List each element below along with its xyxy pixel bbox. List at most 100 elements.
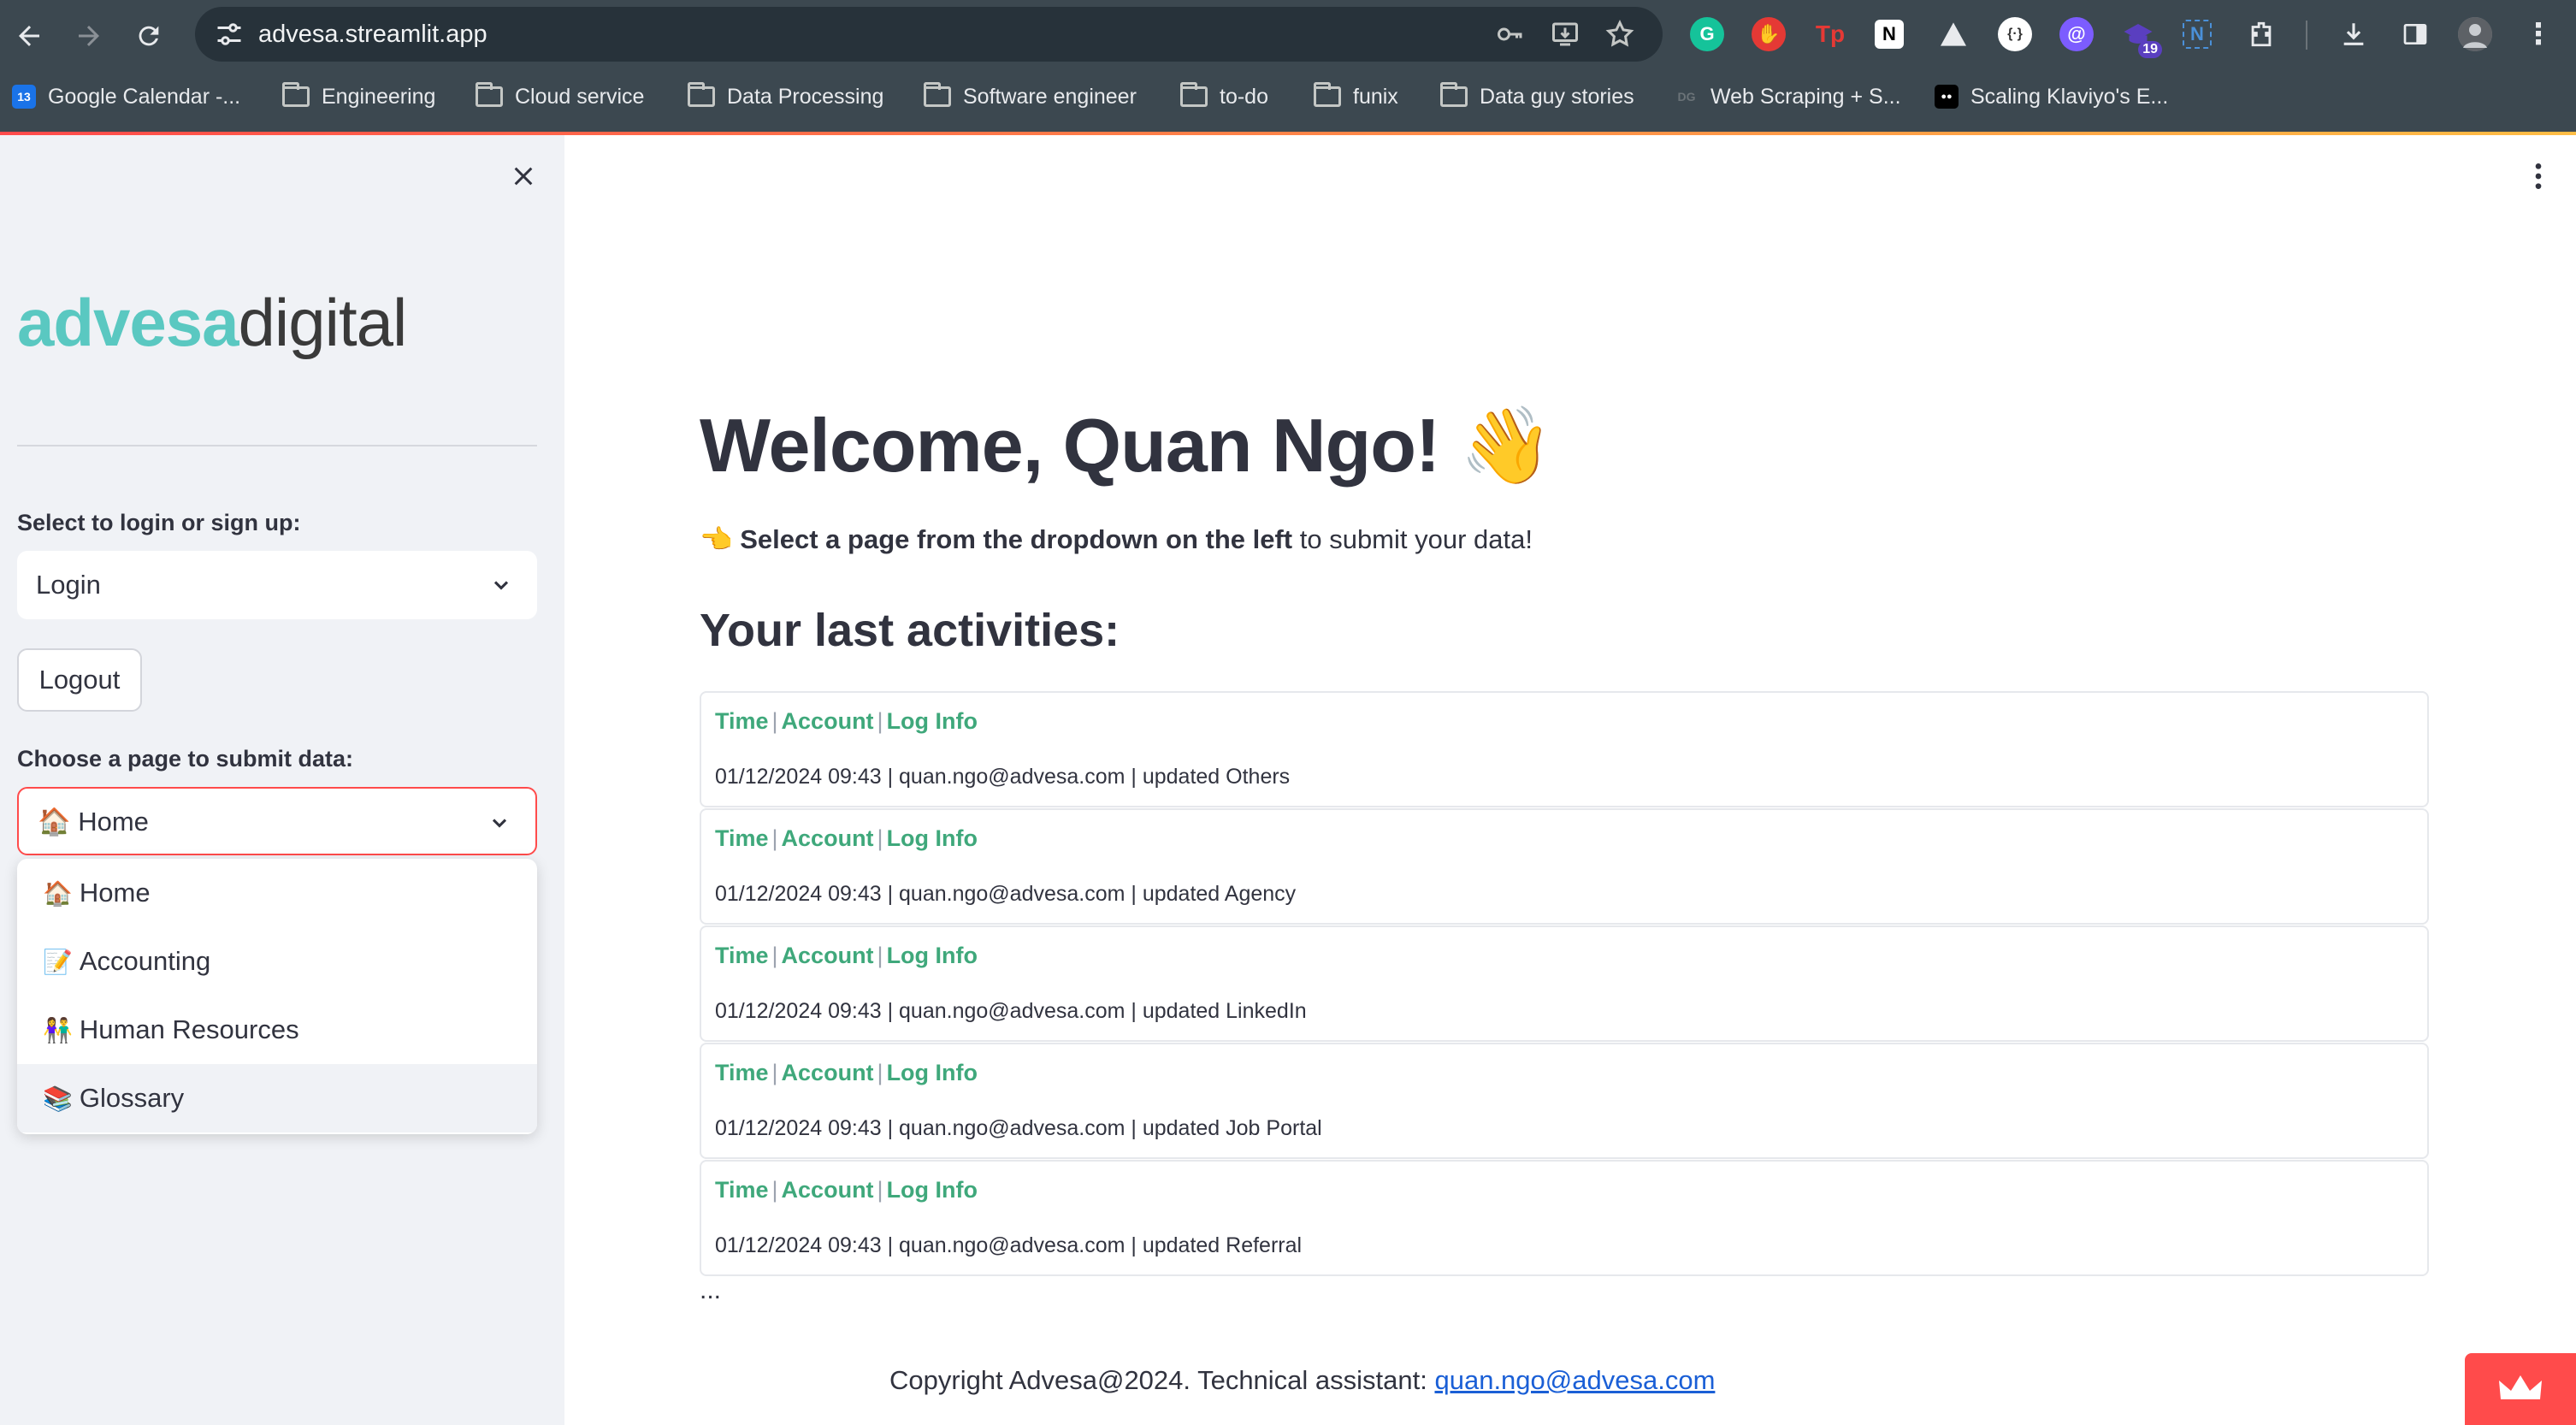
header-account: Account [781,708,874,734]
streamlit-manage-button[interactable] [2465,1353,2576,1425]
bookmark-label: to-do [1220,84,1268,109]
reload-icon [139,26,159,46]
bookmark-software-engineer[interactable]: Software engineer [924,77,1137,116]
triangle-extension-icon[interactable] [1936,17,1970,51]
header-separator: | [771,825,778,851]
forward-arrow-icon [79,26,99,46]
password-key-icon[interactable] [1493,17,1527,51]
bookmark-data-processing[interactable]: Data Processing [688,77,883,116]
option-label: Glossary [79,1083,185,1113]
forward-button[interactable] [65,12,113,60]
page-option-accounting[interactable]: 📝 Accounting [17,927,537,996]
back-button[interactable] [5,12,53,60]
install-app-icon[interactable] [1548,17,1582,51]
folder-icon [282,82,310,107]
bookmark-web-scraping[interactable]: DG Web Scraping + S... [1675,77,1901,116]
bookmark-label: Data Processing [727,84,884,109]
downloads-icon[interactable] [2337,17,2371,51]
page-option-home[interactable]: 🏠 Home [17,859,537,927]
auth-select[interactable]: Login [17,551,537,619]
bookmark-label: funix [1353,84,1398,109]
side-panel-icon[interactable] [2398,17,2432,51]
header-separator: | [771,1177,778,1203]
auth-select-value: Login [36,570,101,600]
bookmark-google-calendar[interactable]: 13 Google Calendar -... [12,77,240,116]
bookmark-label: Google Calendar -... [48,84,241,109]
page-select-label: Choose a page to submit data: [17,746,354,772]
extensions-puzzle-icon[interactable] [2244,17,2278,51]
profile-avatar[interactable] [2458,17,2492,51]
header-separator: | [771,943,778,968]
close-sidebar-button[interactable] [506,159,541,193]
browser-menu-icon[interactable]: ⋮ [2521,17,2555,51]
address-bar[interactable]: advesa.streamlit.app [195,7,1663,62]
crown-icon [2499,1375,2542,1399]
header-time: Time [715,943,769,968]
medium-icon: ●● [1935,85,1959,109]
activity-header: Time | Account | Log Info [715,1060,978,1086]
bookmark-label: Engineering [322,84,436,109]
folder-icon [1314,82,1341,107]
footer-email-link[interactable]: quan.ngo@advesa.com [1434,1365,1715,1395]
header-log: Log Info [886,1177,978,1203]
activity-header: Time | Account | Log Info [715,708,978,735]
header-log: Log Info [886,708,978,734]
app-menu-button[interactable] [2521,159,2555,193]
hint-text: 👈 Select a page from the dropdown on the… [700,523,1533,555]
tp-extension-icon[interactable]: Tp [1813,17,1847,51]
ai-extension-icon[interactable]: @ [2059,17,2094,51]
page-option-human-resources[interactable]: 👫 Human Resources [17,996,537,1064]
close-icon [514,167,533,186]
bookmark-data-guy-stories[interactable]: Data guy stories [1440,77,1634,116]
chevron-down-icon [492,819,507,828]
bookmark-star-icon[interactable] [1603,17,1637,51]
extension-badge: 19 [2138,41,2162,58]
header-separator: | [771,708,778,734]
activity-header: Time | Account | Log Info [715,943,978,969]
header-separator: | [771,1060,778,1085]
page-select[interactable]: 🏠 Home [17,787,537,855]
bookmark-label: Cloud service [515,84,645,109]
header-log: Log Info [886,825,978,851]
activity-entry: 01/12/2024 09:43 | quan.ngo@advesa.com |… [715,1233,1303,1257]
sidebar: advesadigital Select to login or sign up… [0,135,564,1425]
bookmarks-bar: 13 Google Calendar -... Engineering Clou… [0,77,2576,116]
pointing-left-icon: 👈 [700,524,733,554]
sidebar-divider [17,445,537,446]
hint-rest: to submit your data! [1292,524,1533,554]
folder-icon [1180,82,1208,107]
graduation-extension-icon[interactable]: 19 [2121,17,2162,58]
page-option-glossary[interactable]: 📚 Glossary [17,1064,537,1132]
url-text[interactable]: advesa.streamlit.app [258,7,487,62]
code-extension-icon[interactable]: {·} [1998,17,2032,51]
logout-button[interactable]: Logout [17,648,142,712]
header-time: Time [715,825,769,851]
bookmark-to-do[interactable]: to-do [1180,77,1268,116]
activity-header: Time | Account | Log Info [715,1177,978,1203]
activity-entry: 01/12/2024 09:43 | quan.ngo@advesa.com |… [715,999,1307,1023]
reload-button[interactable] [125,12,173,60]
advesa-digital-logo: advesadigital [17,289,407,356]
header-time: Time [715,708,769,734]
site-settings-icon[interactable] [214,19,245,50]
folder-icon [924,82,951,107]
option-label: Accounting [79,946,211,976]
bookmark-cloud-service[interactable]: Cloud service [476,77,644,116]
n-extension-icon[interactable]: N [2183,20,2212,49]
grammarly-extension-icon[interactable]: G [1690,17,1724,51]
notion-extension-icon[interactable]: N [1875,20,1904,49]
activity-entry: 01/12/2024 09:43 | quan.ngo@advesa.com |… [715,882,1297,906]
activity-entry: 01/12/2024 09:43 | quan.ngo@advesa.com |… [715,1116,1322,1140]
header-separator: | [877,825,883,851]
bookmark-engineering[interactable]: Engineering [282,77,435,116]
bookmark-scaling-klaviyo[interactable]: ●● Scaling Klaviyo's E... [1935,77,2168,116]
activities-title: Your last activities: [700,605,1120,656]
bookmark-label: Scaling Klaviyo's E... [1970,84,2169,109]
footer: Copyright Advesa@2024. Technical assista… [889,1365,1715,1396]
bookmark-funix[interactable]: funix [1314,77,1398,116]
folder-icon [476,82,503,107]
header-separator: | [877,943,883,968]
stop-hand-extension-icon[interactable]: ✋ [1752,17,1786,51]
books-icon: 📚 [43,1085,73,1112]
toolbar-divider [2306,21,2307,50]
